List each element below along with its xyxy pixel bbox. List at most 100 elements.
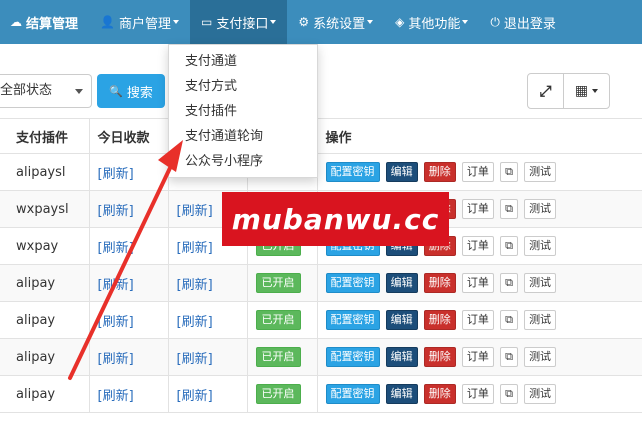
table-row: alipay [刷新] [刷新] 已开启 配置密钥 编辑 删除 订单 ⧉ 测试: [0, 301, 642, 339]
test-button[interactable]: 测试: [524, 273, 557, 293]
dropdown-item-official-account[interactable]: 公众号小程序: [169, 149, 317, 174]
status-badge[interactable]: 已开启: [255, 384, 301, 404]
nav-payment-interface-label: 支付接口: [216, 16, 269, 32]
power-icon: ⏻: [490, 15, 500, 29]
edit-button[interactable]: 编辑: [385, 384, 418, 404]
dropdown-item-payment-channel[interactable]: 支付通道: [169, 49, 317, 74]
cloud-icon: ☁: [10, 15, 22, 29]
status-cell: 已开启: [246, 375, 318, 413]
refresh-other-link[interactable]: [刷新]: [167, 301, 248, 339]
user-icon: 👤: [100, 15, 115, 29]
delete-button[interactable]: 删除: [423, 273, 456, 293]
columns-toggle-button[interactable]: ▦: [563, 73, 610, 109]
watermark-text: mubanwu.cc: [231, 202, 440, 236]
orders-button[interactable]: 订单: [461, 310, 494, 330]
refresh-other-link[interactable]: [刷新]: [167, 338, 248, 376]
orders-button[interactable]: 订单: [461, 199, 494, 219]
refresh-today-link[interactable]: [刷新]: [88, 338, 169, 376]
fullscreen-button[interactable]: ⤢: [527, 73, 564, 109]
config-key-button[interactable]: 配置密钥: [325, 310, 380, 330]
config-key-button[interactable]: 配置密钥: [325, 347, 380, 367]
dropdown-item-channel-polling[interactable]: 支付通道轮询: [169, 124, 317, 149]
test-button[interactable]: 测试: [524, 199, 557, 219]
plugin-cell: alipay: [0, 301, 90, 339]
nav-other-functions[interactable]: ◈ 其他功能: [384, 0, 479, 44]
copy-icon[interactable]: ⧉: [500, 162, 518, 182]
actions-cell: 配置密钥 编辑 删除 订单 ⧉ 测试: [316, 301, 642, 339]
refresh-today-link[interactable]: [刷新]: [88, 153, 169, 191]
delete-button[interactable]: 删除: [423, 347, 456, 367]
orders-button[interactable]: 订单: [461, 347, 494, 367]
edit-button[interactable]: 编辑: [385, 347, 418, 367]
orders-button[interactable]: 订单: [461, 162, 494, 182]
orders-button[interactable]: 订单: [461, 273, 494, 293]
col-header-plugin: 支付插件: [0, 118, 90, 154]
nav-settlement-label: 结算管理: [26, 16, 79, 32]
edit-button[interactable]: 编辑: [385, 310, 418, 330]
actions-cell: 配置密钥 编辑 删除 订单 ⧉ 测试: [316, 338, 642, 376]
nav-merchant[interactable]: 👤 商户管理: [89, 0, 190, 44]
config-key-button[interactable]: 配置密钥: [325, 384, 380, 404]
test-button[interactable]: 测试: [524, 236, 557, 256]
status-badge[interactable]: 已开启: [255, 347, 301, 367]
gear-icon: ⚙: [298, 15, 310, 29]
orders-button[interactable]: 订单: [461, 236, 494, 256]
copy-icon[interactable]: ⧉: [500, 384, 518, 404]
plugin-cell: alipay: [0, 338, 90, 376]
plugin-cell: wxpaysl: [0, 190, 90, 228]
copy-icon[interactable]: ⧉: [500, 236, 518, 256]
copy-icon[interactable]: ⧉: [500, 347, 518, 367]
test-button[interactable]: 测试: [524, 310, 557, 330]
refresh-other-link[interactable]: [刷新]: [167, 264, 248, 302]
dropdown-item-payment-method[interactable]: 支付方式: [169, 74, 317, 99]
edit-button[interactable]: 编辑: [385, 273, 418, 293]
nav-settlement[interactable]: ☁ 结算管理: [0, 0, 89, 44]
refresh-today-link[interactable]: [刷新]: [88, 227, 169, 265]
table-row: alipay [刷新] [刷新] 已开启 配置密钥 编辑 删除 订单 ⧉ 测试: [0, 375, 642, 413]
select-caret-icon: [75, 89, 83, 94]
config-key-button[interactable]: 配置密钥: [325, 273, 380, 293]
cube-icon: ◈: [395, 15, 405, 29]
status-cell: 已开启: [246, 264, 318, 302]
payment-interface-dropdown: 支付通道 支付方式 支付插件 支付通道轮询 公众号小程序: [168, 44, 318, 178]
copy-icon[interactable]: ⧉: [500, 273, 518, 293]
refresh-today-link[interactable]: [刷新]: [88, 190, 169, 228]
actions-cell: 配置密钥 编辑 删除 订单 ⧉ 测试: [316, 264, 642, 302]
actions-cell: 配置密钥 编辑 删除 订单 ⧉ 测试: [316, 153, 642, 191]
delete-button[interactable]: 删除: [423, 384, 456, 404]
search-icon: 🔍: [109, 84, 123, 98]
refresh-today-link[interactable]: [刷新]: [88, 264, 169, 302]
status-cell: 已开启: [246, 301, 318, 339]
search-button[interactable]: 🔍 搜索: [97, 74, 165, 108]
nav-system-settings-label: 系统设置: [313, 16, 366, 32]
status-select[interactable]: 全部状态: [0, 74, 92, 108]
caret-down-icon: [172, 20, 179, 24]
status-select-value: 全部状态: [0, 83, 53, 98]
orders-button[interactable]: 订单: [461, 384, 494, 404]
search-button-label: 搜索: [126, 85, 153, 101]
delete-button[interactable]: 删除: [423, 310, 456, 330]
dropdown-item-payment-plugin[interactable]: 支付插件: [169, 99, 317, 124]
nav-merchant-label: 商户管理: [118, 16, 171, 32]
test-button[interactable]: 测试: [524, 162, 557, 182]
table-header-row: 支付插件 今日收款 操作: [0, 118, 642, 154]
table-row: alipay [刷新] [刷新] 已开启 配置密钥 编辑 删除 订单 ⧉ 测试: [0, 264, 642, 302]
delete-button[interactable]: 删除: [423, 162, 456, 182]
edit-button[interactable]: 编辑: [385, 162, 418, 182]
refresh-other-link[interactable]: [刷新]: [167, 375, 248, 413]
plugin-cell: wxpay: [0, 227, 90, 265]
col-header-actions: 操作: [316, 118, 642, 154]
col-header-today: 今日收款: [88, 118, 169, 154]
test-button[interactable]: 测试: [524, 347, 557, 367]
refresh-today-link[interactable]: [刷新]: [88, 375, 169, 413]
copy-icon[interactable]: ⧉: [500, 199, 518, 219]
test-button[interactable]: 测试: [524, 384, 557, 404]
status-badge[interactable]: 已开启: [255, 310, 301, 330]
copy-icon[interactable]: ⧉: [500, 310, 518, 330]
refresh-today-link[interactable]: [刷新]: [88, 301, 169, 339]
nav-system-settings[interactable]: ⚙ 系统设置: [287, 0, 384, 44]
nav-logout[interactable]: ⏻ 退出登录: [479, 0, 567, 44]
config-key-button[interactable]: 配置密钥: [325, 162, 380, 182]
status-badge[interactable]: 已开启: [255, 273, 301, 293]
nav-payment-interface[interactable]: ▭ 支付接口: [189, 0, 288, 44]
